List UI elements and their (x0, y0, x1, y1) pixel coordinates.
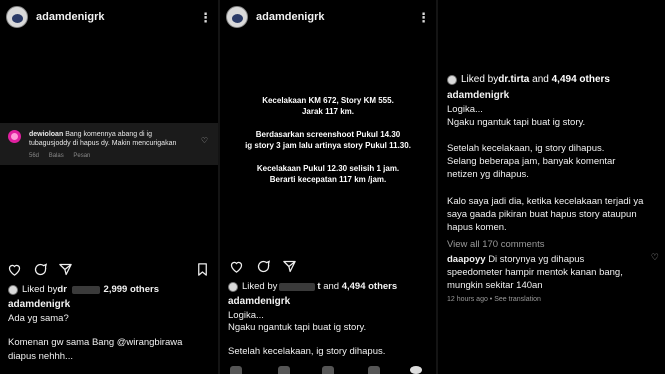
likes-count[interactable]: 4,494 others (342, 281, 397, 292)
comment-line: speedometer hampir mentok kanan bang, (447, 267, 623, 278)
avatar[interactable] (6, 6, 28, 28)
story-line: Kecelakaan KM 672, Story KM 555. (262, 96, 394, 105)
likes-count[interactable]: 4,494 others (552, 74, 610, 85)
story-line: Kecelakaan Pukul 12.30 selisih 1 jam. (256, 164, 400, 173)
caption-line: Komenan gw sama Bang @wirangbirawa (8, 337, 183, 348)
caption-username[interactable]: adamdenigrk (228, 296, 290, 307)
story-line: Berarti kecepatan 117 km /jam. (269, 175, 387, 184)
heart-icon[interactable]: ♡ (651, 252, 659, 263)
caption-line: Ngaku ngantuk tapi buat ig story. (228, 322, 367, 333)
story-line: Jarak 117 km. (301, 107, 355, 116)
liker-avatar (8, 284, 18, 295)
post-panel-2: adamdenigrk ⋮ Kecelakaan KM 672, Story K… (220, 0, 436, 374)
commenter-avatar[interactable] (8, 130, 21, 143)
liked-prefix: Liked by (461, 74, 499, 85)
home-icon[interactable] (230, 366, 242, 374)
comment-meta[interactable]: 12 hours ago • See translation (447, 296, 541, 303)
more-icon[interactable]: ⋮ (417, 11, 430, 24)
commenter-username[interactable]: dewioloan (29, 131, 63, 138)
view-all-comments-link[interactable]: View all 170 comments (447, 239, 545, 250)
likes-count[interactable]: 2,999 others (104, 284, 159, 295)
caption-line: Ngaku ngantuk tapi buat ig story. (447, 117, 586, 128)
comment-notification[interactable]: dewioloan Bang komennya abang di ig tuba… (0, 123, 218, 165)
comment: daapoyy Di storynya yg dihapus (447, 254, 584, 265)
caption-line: Logika... (447, 104, 483, 115)
share-icon[interactable] (57, 261, 73, 277)
notification-text: dewioloan Bang komennya abang di ig tuba… (29, 130, 194, 148)
liker-name[interactable]: dr (57, 284, 67, 295)
reels-icon[interactable] (322, 366, 334, 374)
action-bar (6, 261, 210, 277)
heart-icon[interactable] (228, 258, 244, 274)
story-line: ig story 3 jam lalu artinya story Pukul … (245, 141, 411, 150)
caption-line: Selang beberapa jam, banyak komentar (447, 156, 616, 167)
liked-prefix: Liked by (22, 284, 58, 295)
comment-username[interactable]: daapoyy (447, 254, 486, 265)
caption-line: Setelah kecelakaan, ig story dihapus. (447, 143, 605, 154)
post-panel-1: adamdenigrk ⋮ dewioloan Bang komennya ab… (0, 0, 218, 374)
caption-line: Kalo saya jadi dia, ketika kecelakaan te… (447, 196, 644, 207)
notification-meta: 56d Balas Pesan (29, 153, 98, 159)
comment-line: mungkin sekitar 140an (447, 280, 543, 291)
action-bar (226, 258, 428, 274)
bookmark-icon[interactable] (194, 261, 210, 277)
search-icon[interactable] (278, 366, 290, 374)
caption-line: diapus nehhh... (8, 351, 73, 362)
notification-time: 56d (29, 153, 40, 159)
liker-name[interactable]: dr.tirta (498, 74, 529, 85)
story-line: Berdasarkan screenshoot Pukul 14.30 (255, 130, 401, 139)
message-link[interactable]: Pesan (73, 153, 90, 159)
heart-icon[interactable] (6, 261, 22, 277)
more-icon[interactable]: ⋮ (199, 11, 212, 24)
liked-prefix: Liked by (242, 281, 278, 292)
liker-name[interactable]: t (317, 281, 320, 292)
caption-username[interactable]: adamdenigrk (8, 299, 70, 310)
liker-avatar (447, 74, 457, 85)
shop-icon[interactable] (368, 366, 380, 374)
caption-line: saya gaada pikiran buat hapus story atau… (447, 209, 637, 220)
heart-icon[interactable]: ♡ (201, 136, 208, 145)
likes-summary[interactable]: Liked by dr 2,999 others (8, 284, 159, 295)
username[interactable]: adamdenigrk (36, 11, 104, 23)
caption-line: Setelah kecelakaan, ig story dihapus. (228, 346, 386, 357)
profile-icon[interactable] (410, 366, 422, 374)
caption-username[interactable]: adamdenigrk (447, 90, 509, 101)
comment-text: Di storynya yg dihapus (488, 254, 585, 265)
caption-line: Logika... (228, 310, 264, 321)
username[interactable]: adamdenigrk (256, 11, 324, 23)
avatar[interactable] (226, 6, 248, 28)
caption-line: hapus komen. (447, 222, 507, 233)
comment-icon[interactable] (32, 261, 48, 277)
caption-line: Ada yg sama? (8, 313, 69, 324)
reply-link[interactable]: Balas (49, 153, 64, 159)
bottom-nav (220, 366, 436, 374)
caption-line: netizen yg dihapus. (447, 169, 529, 180)
comment-icon[interactable] (255, 258, 271, 274)
share-icon[interactable] (281, 258, 297, 274)
post-header: adamdenigrk ⋮ (6, 5, 212, 29)
likes-summary[interactable]: Liked by dr.tirta and 4,494 others (447, 74, 610, 85)
post-panel-3: Liked by dr.tirta and 4,494 others adamd… (438, 0, 665, 374)
liker-avatar (228, 281, 238, 292)
likes-summary[interactable]: Liked by t and 4,494 others (228, 281, 397, 292)
post-header: adamdenigrk ⋮ (226, 5, 430, 29)
